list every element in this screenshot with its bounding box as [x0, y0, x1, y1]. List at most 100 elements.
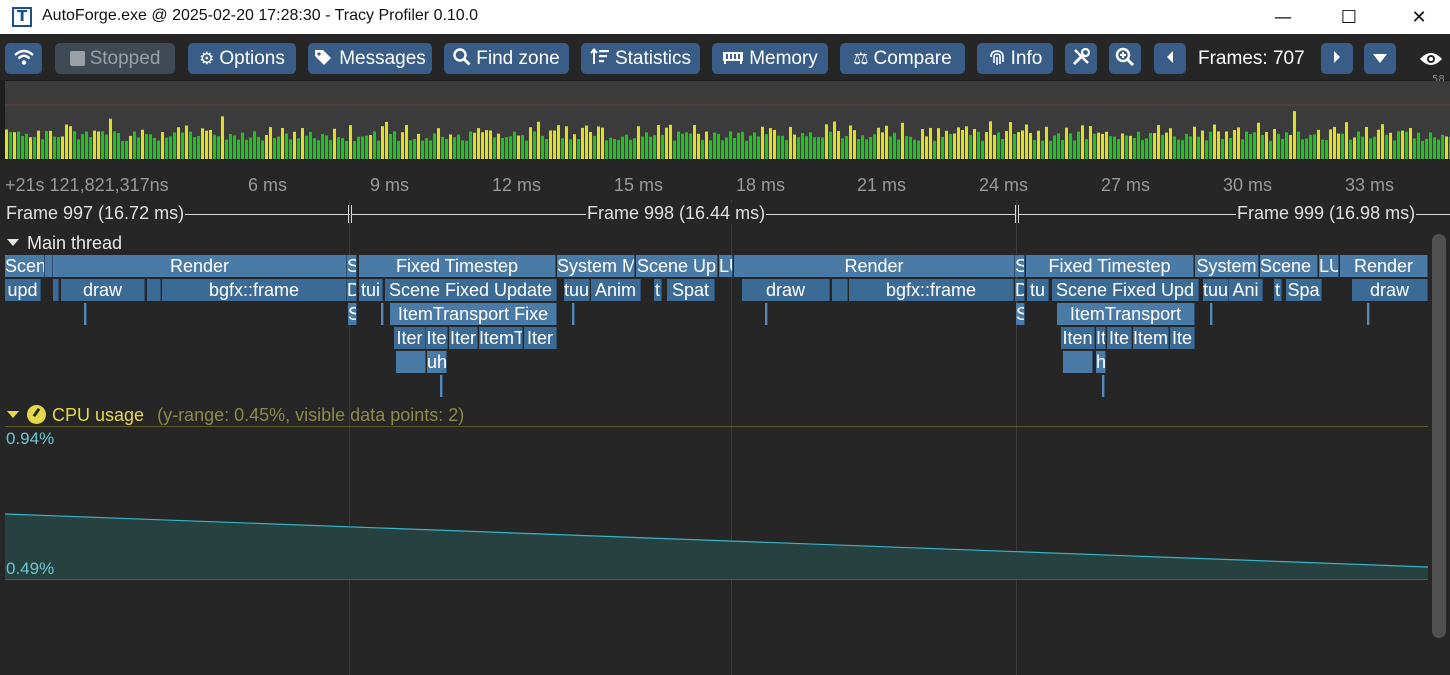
zone[interactable] [1102, 375, 1105, 397]
zone[interactable]: S [348, 303, 357, 325]
zone[interactable] [1367, 303, 1370, 325]
zone[interactable] [396, 351, 426, 373]
zone[interactable]: D [1015, 279, 1025, 301]
frame-997-label[interactable]: Frame 997 (16.72 ms) [5, 203, 186, 224]
cpu-usage-header[interactable]: CPU usage (y-range: 0.45%, visible data … [7, 405, 464, 426]
frame-bar [1253, 132, 1256, 159]
zone[interactable] [381, 303, 384, 325]
zone[interactable]: ItemT [479, 327, 523, 349]
zone[interactable]: S [1016, 303, 1025, 325]
frame-time-graph[interactable] [5, 81, 1450, 159]
zone[interactable]: Scene Fixed Upd [1052, 279, 1199, 301]
zone[interactable]: tui [359, 279, 383, 301]
close-button[interactable]: ✕ [1396, 0, 1442, 34]
zone[interactable]: Render [734, 255, 1015, 277]
zone[interactable]: System M [557, 255, 635, 277]
zone[interactable]: Scene Fixed Update [385, 279, 557, 301]
zone[interactable]: Iter [394, 327, 426, 349]
zone[interactable]: draw [742, 279, 830, 301]
zone[interactable]: h [1096, 351, 1106, 373]
zone[interactable]: Spa [1286, 279, 1322, 301]
zone[interactable]: D [347, 279, 357, 301]
zone[interactable]: Iten [1061, 327, 1095, 349]
zone[interactable]: draw [61, 279, 145, 301]
zone[interactable]: System [1195, 255, 1259, 277]
frame-bar [1385, 134, 1388, 159]
cpu-usage-plot[interactable] [5, 426, 1428, 580]
zone[interactable]: Scene Up [636, 255, 718, 277]
zone[interactable]: t [1274, 279, 1282, 301]
zone[interactable] [1063, 351, 1093, 373]
zone[interactable] [45, 255, 53, 277]
connection-button[interactable] [5, 43, 42, 74]
zone[interactable]: Fixed Timestep [1026, 255, 1194, 277]
stopped-button[interactable]: Stopped [55, 43, 175, 74]
main-thread-header[interactable]: Main thread [7, 233, 122, 254]
zone[interactable] [572, 303, 575, 325]
zone[interactable] [1210, 303, 1213, 325]
zone[interactable]: bgfx::frame [849, 279, 1014, 301]
zone[interactable]: Scen [5, 255, 45, 277]
zone[interactable] [84, 303, 87, 325]
zone[interactable]: S [1015, 255, 1025, 277]
statistics-button[interactable]: Statistics [581, 43, 700, 74]
zone[interactable]: Iter [524, 327, 557, 349]
zone[interactable]: Scene U [1260, 255, 1318, 277]
eye-icon[interactable] [1419, 49, 1443, 73]
zone[interactable]: upd [5, 279, 41, 301]
maximize-button[interactable]: ☐ [1326, 0, 1372, 34]
zone[interactable]: ItemTransport Fixe [390, 303, 557, 325]
zone[interactable]: Anim [591, 279, 641, 301]
frame-bar [145, 134, 148, 159]
zone[interactable]: Iter [449, 327, 478, 349]
info-button[interactable]: Info [977, 43, 1053, 74]
frame-bar [953, 133, 956, 159]
zone[interactable]: tu [1027, 279, 1049, 301]
zone[interactable]: tuu [1203, 279, 1229, 301]
zone[interactable]: Render [1340, 255, 1428, 277]
zone[interactable]: Ite [1170, 327, 1195, 349]
zone[interactable] [53, 279, 59, 301]
zone[interactable] [440, 375, 443, 397]
frame-dropdown-button[interactable] [1364, 43, 1396, 74]
zone[interactable]: Ite [426, 327, 448, 349]
zone[interactable]: t [654, 279, 662, 301]
tools-button[interactable] [1065, 43, 1097, 74]
frame-998-label[interactable]: Frame 998 (16.44 ms) [586, 203, 767, 224]
timeline-view[interactable]: +21s 121,821,317ns 6 ms 9 ms 12 ms 15 ms… [0, 160, 1450, 675]
zone[interactable]: Render [53, 255, 347, 277]
zoom-button[interactable] [1109, 43, 1141, 74]
zone[interactable]: S [347, 255, 357, 277]
previous-frame-button[interactable] [1154, 43, 1186, 74]
zone[interactable]: ItemTransport [1057, 303, 1195, 325]
memory-button[interactable]: Memory [712, 43, 828, 74]
frame-bar [525, 140, 528, 159]
zone[interactable]: bgfx::frame [162, 279, 347, 301]
options-button[interactable]: ⚙ Options [188, 43, 296, 74]
frame-bar [1397, 131, 1400, 159]
zone[interactable] [147, 279, 161, 301]
frame-999-label[interactable]: Frame 999 (16.98 ms) [1236, 203, 1417, 224]
frame-bar [1097, 132, 1100, 159]
zone[interactable]: Ani [1229, 279, 1263, 301]
zone[interactable]: LU [1319, 255, 1339, 277]
timeline-scrollbar[interactable] [1432, 234, 1446, 638]
messages-button[interactable]: Messages [308, 43, 432, 74]
minimize-button[interactable]: — [1260, 0, 1306, 34]
compare-button[interactable]: ⚖ Compare [840, 43, 965, 74]
zone[interactable]: Item [1133, 327, 1169, 349]
zone[interactable]: LU [719, 255, 733, 277]
zone[interactable]: draw [1352, 279, 1428, 301]
zone[interactable]: It [1096, 327, 1106, 349]
next-frame-button[interactable] [1321, 43, 1353, 74]
zone[interactable]: uh [427, 351, 447, 373]
find-zone-button[interactable]: Find zone [444, 43, 569, 74]
zone[interactable]: Fixed Timestep [359, 255, 556, 277]
frame-bar [949, 133, 952, 159]
zone[interactable] [765, 303, 768, 325]
zone[interactable]: Spat [667, 279, 715, 301]
zone[interactable]: tuu [564, 279, 590, 301]
frame-bar [705, 131, 708, 159]
zone[interactable] [832, 279, 848, 301]
zone[interactable]: Ite [1107, 327, 1132, 349]
